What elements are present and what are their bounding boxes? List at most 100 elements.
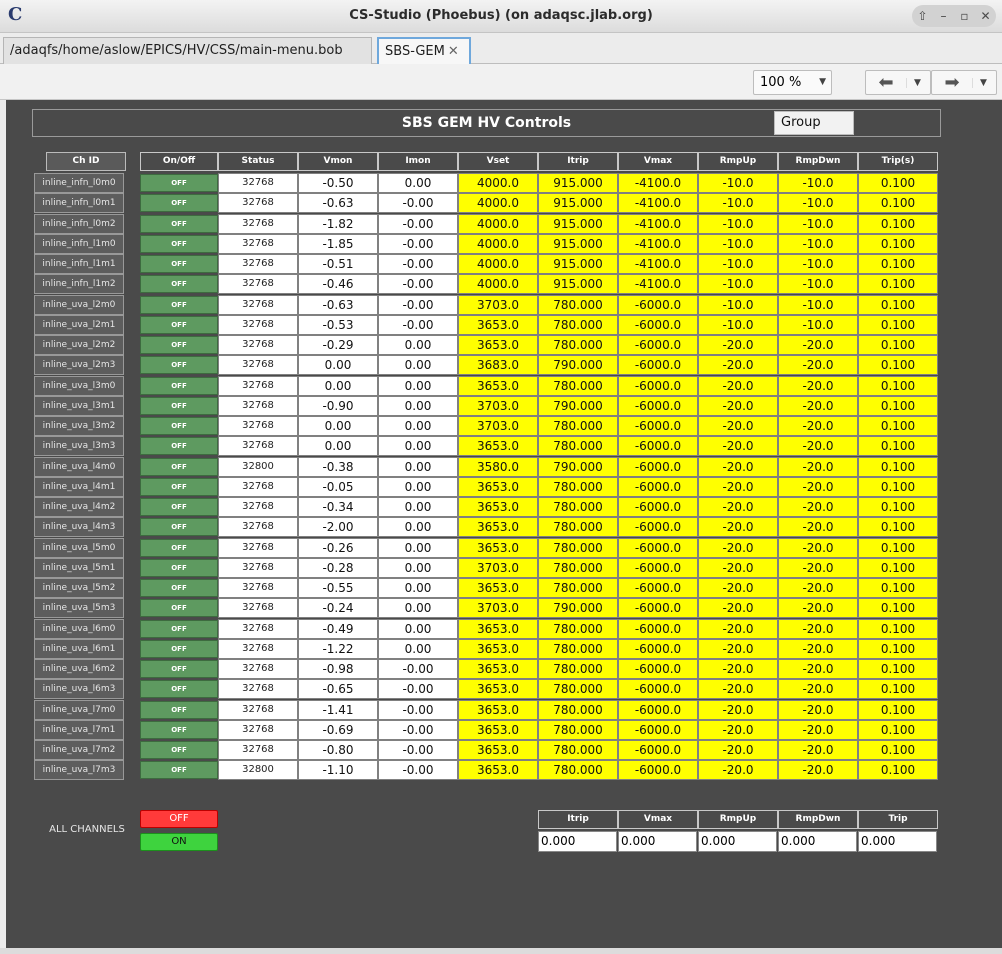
- trip-cell[interactable]: 0.100: [858, 638, 938, 659]
- onoff-cell[interactable]: OFF: [140, 619, 218, 638]
- itrip-cell[interactable]: 780.000: [538, 638, 618, 659]
- all-off-button[interactable]: OFF: [140, 810, 218, 828]
- onoff-cell[interactable]: OFF: [140, 579, 218, 597]
- itrip-cell[interactable]: 915.000: [538, 173, 618, 193]
- trip-cell[interactable]: 0.100: [858, 254, 938, 274]
- rmpdwn-cell[interactable]: -20.0: [778, 436, 858, 457]
- rmpup-cell[interactable]: -20.0: [698, 375, 778, 396]
- vset-cell[interactable]: 3703.0: [458, 416, 538, 436]
- maximize-icon[interactable]: ▫: [956, 9, 974, 23]
- rmpdwn-cell[interactable]: -20.0: [778, 659, 858, 679]
- rmpdwn-cell[interactable]: -20.0: [778, 679, 858, 700]
- trip-cell[interactable]: 0.100: [858, 699, 938, 720]
- rmpdwn-cell[interactable]: -20.0: [778, 395, 858, 416]
- trip-cell[interactable]: 0.100: [858, 416, 938, 436]
- vset-cell[interactable]: 3653.0: [458, 497, 538, 517]
- itrip-cell[interactable]: 780.000: [538, 416, 618, 436]
- rmpdwn-cell[interactable]: -20.0: [778, 355, 858, 376]
- vmax-cell[interactable]: -4100.0: [618, 233, 698, 254]
- rmpup-cell[interactable]: -20.0: [698, 497, 778, 517]
- all-vmax-input[interactable]: 0.000: [618, 831, 697, 852]
- vset-cell[interactable]: 3580.0: [458, 456, 538, 477]
- rmpup-cell[interactable]: -20.0: [698, 638, 778, 659]
- rmpdwn-cell[interactable]: -20.0: [778, 456, 858, 477]
- itrip-cell[interactable]: 780.000: [538, 537, 618, 558]
- onoff-cell[interactable]: OFF: [140, 477, 218, 496]
- rmpdwn-cell[interactable]: -20.0: [778, 578, 858, 598]
- all-itrip-input[interactable]: 0.000: [538, 831, 617, 852]
- vset-cell[interactable]: 4000.0: [458, 213, 538, 234]
- rmpup-cell[interactable]: -20.0: [698, 476, 778, 497]
- rmpdwn-cell[interactable]: -20.0: [778, 557, 858, 578]
- vmax-cell[interactable]: -6000.0: [618, 679, 698, 700]
- trip-cell[interactable]: 0.100: [858, 618, 938, 639]
- rmpup-cell[interactable]: -20.0: [698, 416, 778, 436]
- vmax-cell[interactable]: -6000.0: [618, 598, 698, 619]
- itrip-cell[interactable]: 915.000: [538, 254, 618, 274]
- trip-cell[interactable]: 0.100: [858, 517, 938, 538]
- vset-cell[interactable]: 3653.0: [458, 314, 538, 335]
- vmax-cell[interactable]: -6000.0: [618, 659, 698, 679]
- rmpup-cell[interactable]: -20.0: [698, 699, 778, 720]
- vset-cell[interactable]: 3653.0: [458, 375, 538, 396]
- itrip-cell[interactable]: 780.000: [538, 699, 618, 720]
- rmpup-cell[interactable]: -20.0: [698, 436, 778, 457]
- vset-cell[interactable]: 3703.0: [458, 395, 538, 416]
- itrip-cell[interactable]: 915.000: [538, 193, 618, 214]
- itrip-cell[interactable]: 780.000: [538, 557, 618, 578]
- itrip-cell[interactable]: 790.000: [538, 598, 618, 619]
- tab-sbs-gem[interactable]: SBS-GEM ✕: [377, 37, 471, 64]
- rmpup-cell[interactable]: -20.0: [698, 719, 778, 740]
- rmpup-cell[interactable]: -20.0: [698, 395, 778, 416]
- onoff-cell[interactable]: OFF: [140, 518, 218, 537]
- itrip-cell[interactable]: 780.000: [538, 476, 618, 497]
- vmax-cell[interactable]: -6000.0: [618, 355, 698, 376]
- rmpup-cell[interactable]: -20.0: [698, 760, 778, 781]
- onoff-cell[interactable]: OFF: [140, 194, 218, 213]
- onoff-cell[interactable]: OFF: [140, 457, 218, 476]
- itrip-cell[interactable]: 790.000: [538, 456, 618, 477]
- itrip-cell[interactable]: 780.000: [538, 314, 618, 335]
- trip-cell[interactable]: 0.100: [858, 578, 938, 598]
- vset-cell[interactable]: 3703.0: [458, 598, 538, 619]
- itrip-cell[interactable]: 915.000: [538, 233, 618, 254]
- rmpup-cell[interactable]: -20.0: [698, 456, 778, 477]
- vmax-cell[interactable]: -6000.0: [618, 456, 698, 477]
- vmax-cell[interactable]: -6000.0: [618, 699, 698, 720]
- itrip-cell[interactable]: 780.000: [538, 760, 618, 781]
- vset-cell[interactable]: 3703.0: [458, 557, 538, 578]
- rmpup-cell[interactable]: -10.0: [698, 173, 778, 193]
- trip-cell[interactable]: 0.100: [858, 679, 938, 700]
- vmax-cell[interactable]: -6000.0: [618, 497, 698, 517]
- rmpup-cell[interactable]: -20.0: [698, 598, 778, 619]
- vmax-cell[interactable]: -6000.0: [618, 719, 698, 740]
- trip-cell[interactable]: 0.100: [858, 274, 938, 295]
- vmax-cell[interactable]: -6000.0: [618, 395, 698, 416]
- vmax-cell[interactable]: -6000.0: [618, 335, 698, 355]
- onoff-cell[interactable]: OFF: [140, 538, 218, 557]
- rmpup-cell[interactable]: -20.0: [698, 557, 778, 578]
- rmpup-cell[interactable]: -20.0: [698, 355, 778, 376]
- rmpup-cell[interactable]: -20.0: [698, 335, 778, 355]
- trip-cell[interactable]: 0.100: [858, 659, 938, 679]
- vset-cell[interactable]: 3703.0: [458, 294, 538, 315]
- trip-cell[interactable]: 0.100: [858, 213, 938, 234]
- close-icon[interactable]: ✕: [977, 9, 995, 23]
- tab-close-icon[interactable]: ✕: [448, 44, 459, 59]
- rmpup-cell[interactable]: -20.0: [698, 578, 778, 598]
- rmpup-cell[interactable]: -10.0: [698, 254, 778, 274]
- itrip-cell[interactable]: 780.000: [538, 436, 618, 457]
- rmpdwn-cell[interactable]: -20.0: [778, 699, 858, 720]
- trip-cell[interactable]: 0.100: [858, 294, 938, 315]
- vmax-cell[interactable]: -4100.0: [618, 193, 698, 214]
- vmax-cell[interactable]: -6000.0: [618, 314, 698, 335]
- itrip-cell[interactable]: 780.000: [538, 497, 618, 517]
- onoff-cell[interactable]: OFF: [140, 417, 218, 435]
- vset-cell[interactable]: 3653.0: [458, 740, 538, 760]
- onoff-cell[interactable]: OFF: [140, 336, 218, 354]
- trip-cell[interactable]: 0.100: [858, 456, 938, 477]
- rmpdwn-cell[interactable]: -20.0: [778, 740, 858, 760]
- trip-cell[interactable]: 0.100: [858, 598, 938, 619]
- trip-cell[interactable]: 0.100: [858, 760, 938, 781]
- vset-cell[interactable]: 3653.0: [458, 537, 538, 558]
